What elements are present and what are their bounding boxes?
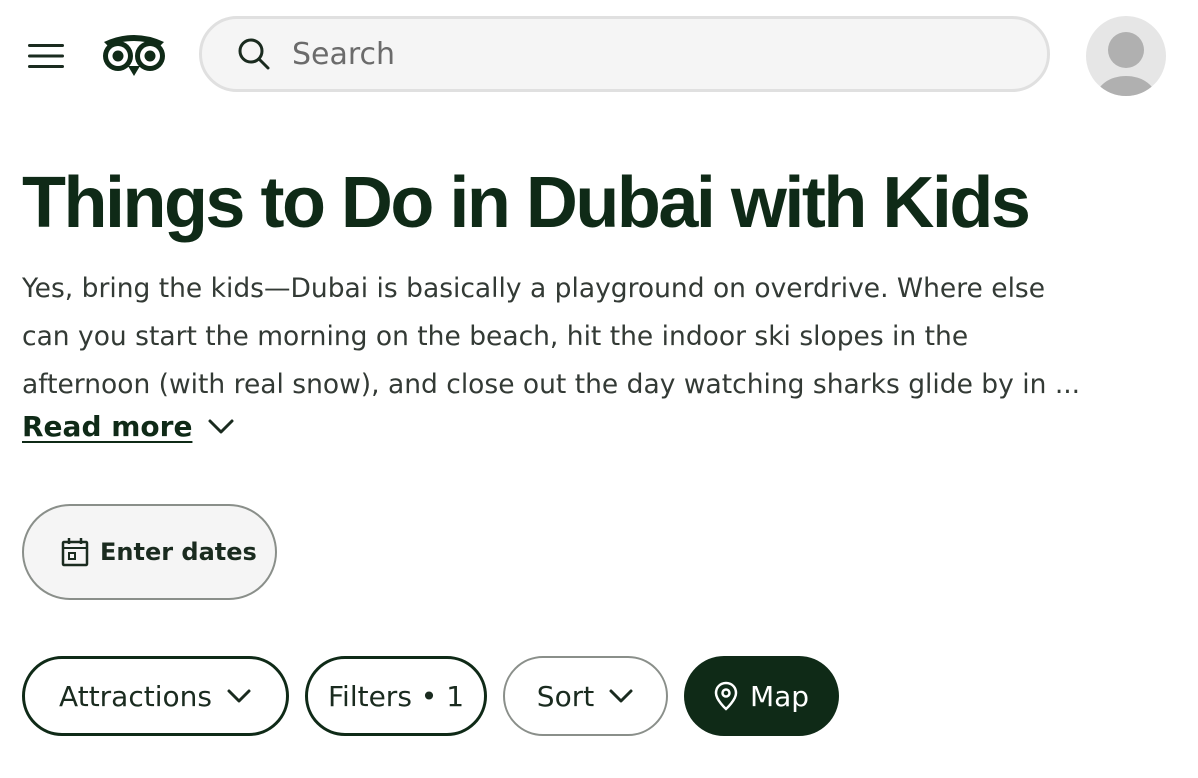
enter-dates-label: Enter dates <box>100 538 257 566</box>
chevron-down-icon <box>608 688 634 704</box>
search-bar[interactable] <box>199 16 1050 92</box>
calendar-icon <box>60 536 90 568</box>
description-line: can you start the morning on the beach, … <box>22 321 969 352</box>
sort-label: Sort <box>536 679 595 713</box>
filters-label: Filters • 1 <box>327 679 465 713</box>
tripadvisor-logo[interactable] <box>98 28 170 80</box>
hamburger-menu-icon <box>28 44 64 68</box>
attractions-label: Attractions <box>59 679 212 713</box>
chevron-down-icon <box>226 688 252 704</box>
header <box>0 0 1198 112</box>
enter-dates-button[interactable]: Enter dates <box>22 504 277 600</box>
attractions-dropdown[interactable]: Attractions <box>22 656 289 736</box>
read-more-label: Read more <box>22 410 193 443</box>
description-line: Yes, bring the kids—Dubai is basically a… <box>22 273 1046 304</box>
search-input[interactable] <box>290 35 994 73</box>
search-icon <box>236 36 272 72</box>
owl-logo-icon <box>103 35 165 76</box>
page-description: Yes, bring the kids—Dubai is basically a… <box>22 265 1172 409</box>
chevron-down-icon <box>206 412 236 442</box>
menu-button[interactable] <box>22 34 70 78</box>
map-pin-icon <box>714 681 738 711</box>
user-avatar-icon <box>1096 32 1156 96</box>
map-label: Map <box>749 679 810 713</box>
filters-button[interactable]: Filters • 1 <box>305 656 487 736</box>
page-title: Things to Do in Dubai with Kids <box>22 163 1031 243</box>
map-button[interactable]: Map <box>684 656 839 736</box>
sort-dropdown[interactable]: Sort <box>503 656 668 736</box>
description-line: afternoon (with real snow), and close ou… <box>22 369 1081 400</box>
read-more-link[interactable]: Read more <box>22 410 236 443</box>
user-avatar[interactable] <box>1086 16 1166 96</box>
